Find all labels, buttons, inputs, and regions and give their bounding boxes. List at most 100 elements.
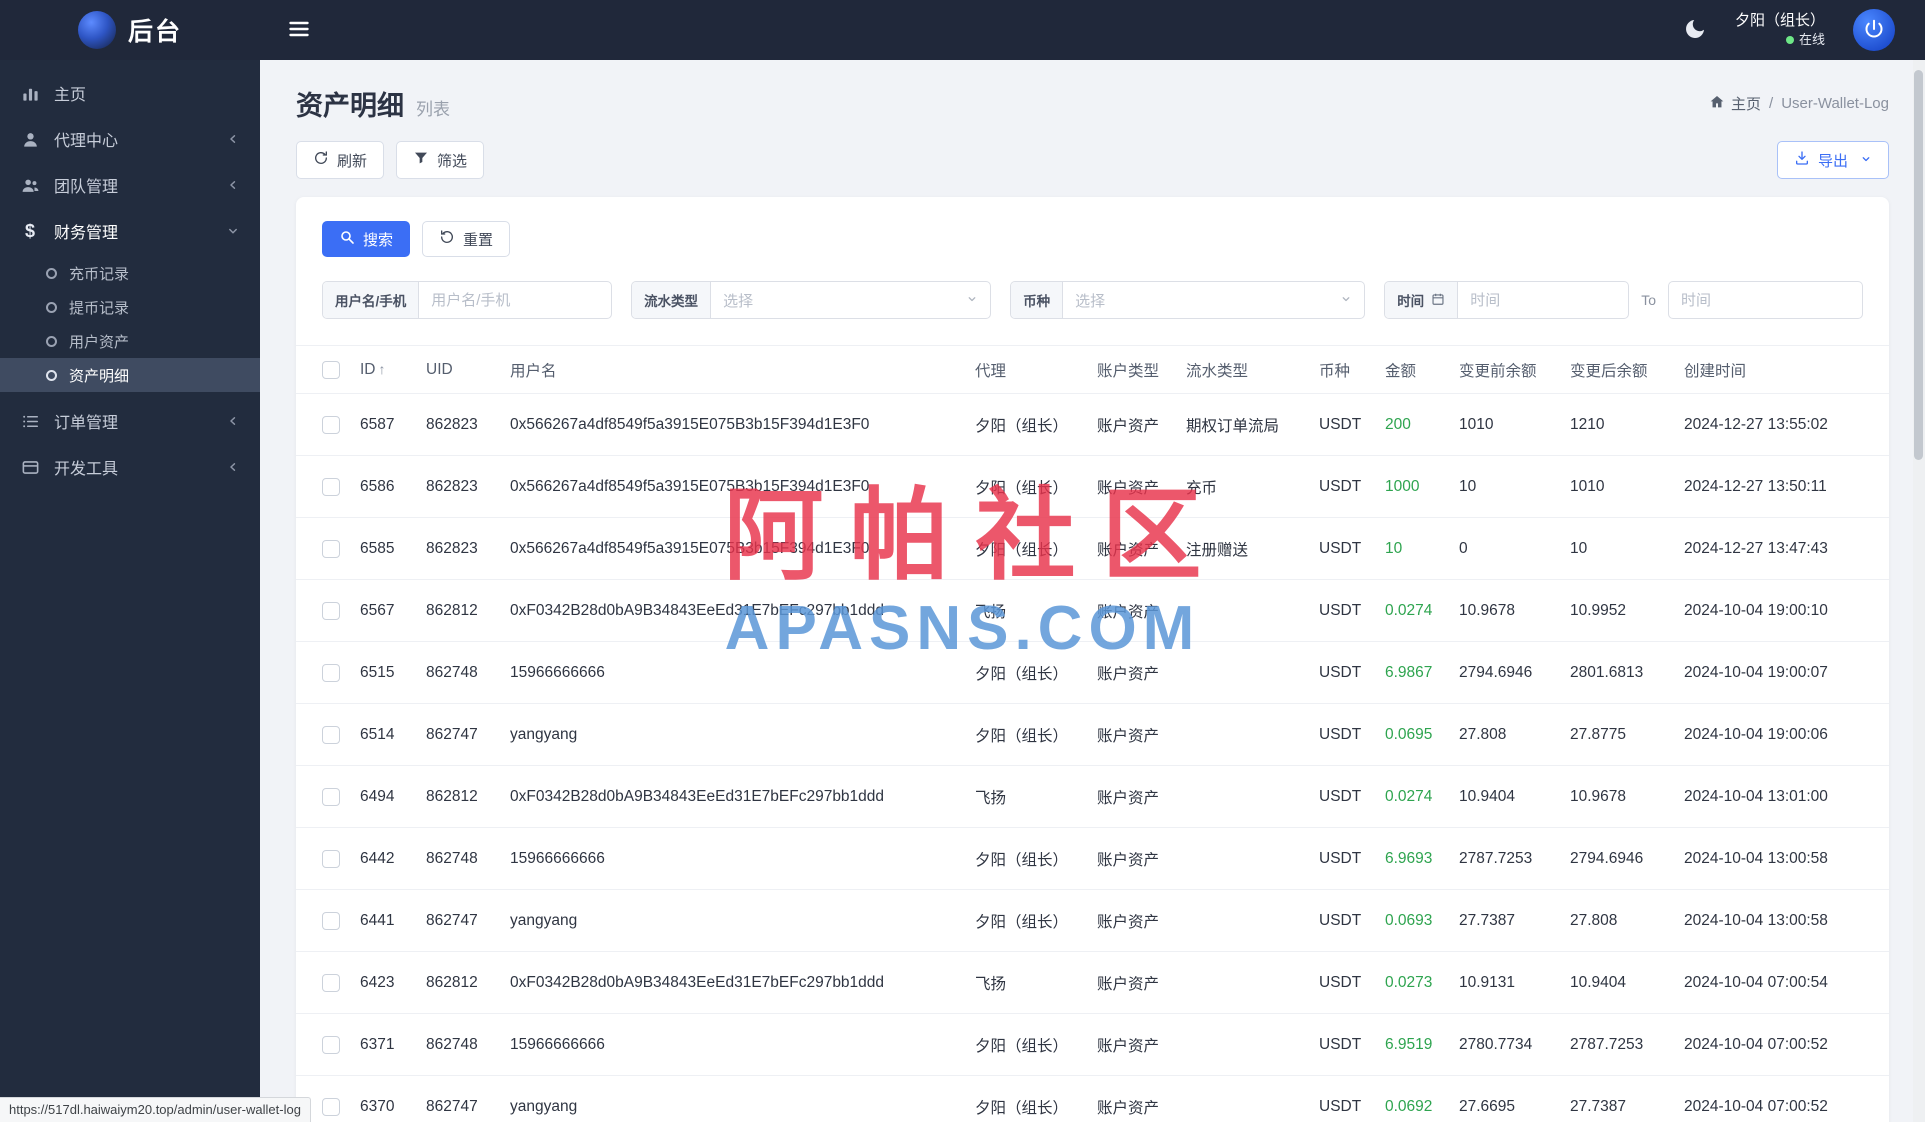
cell-after-balance: 10.9404 xyxy=(1562,951,1676,1014)
select-all-checkbox[interactable] xyxy=(322,360,340,379)
cell-amount: 0.0274 xyxy=(1377,579,1451,642)
logout-button[interactable] xyxy=(1853,9,1895,51)
row-checkbox[interactable] xyxy=(322,973,340,992)
dark-mode-toggle[interactable] xyxy=(1683,17,1707,44)
cell-created: 2024-10-04 19:00:06 xyxy=(1676,703,1889,766)
cell-account-type: 账户资产 xyxy=(1089,517,1178,580)
table-row: 6494 862812 0xF0342B28d0bA9B34843EeEd31E… xyxy=(296,765,1889,828)
cell-before-balance: 27.808 xyxy=(1451,703,1562,766)
export-button[interactable]: 导出 xyxy=(1776,141,1889,179)
cell-after-balance: 27.7387 xyxy=(1562,1075,1676,1122)
cell-id: 6370 xyxy=(352,1075,418,1122)
sidebar-subitem-label: 资产明细 xyxy=(69,367,130,385)
search-button[interactable]: 搜索 xyxy=(322,221,411,257)
cell-id: 6585 xyxy=(352,517,418,580)
scrollbar[interactable] xyxy=(1913,60,1925,1122)
chevron-left-icon xyxy=(226,178,240,192)
sidebar-item-user-assets[interactable]: 用户资产 xyxy=(0,324,260,358)
status-bar: https://517dl.haiwaiym20.top/admin/user-… xyxy=(0,1097,311,1122)
cell-currency: USDT xyxy=(1311,517,1377,580)
table-row: 6423 862812 0xF0342B28d0bA9B34843EeEd31E… xyxy=(296,951,1889,1014)
download-icon xyxy=(1794,150,1810,170)
reset-button[interactable]: 重置 xyxy=(422,221,511,257)
reset-icon xyxy=(439,229,455,249)
column-header-id[interactable]: ID ↑ xyxy=(352,345,418,394)
row-checkbox[interactable] xyxy=(322,663,340,682)
cell-uid: 862748 xyxy=(418,1013,502,1076)
cell-uid: 862747 xyxy=(418,1075,502,1122)
row-checkbox[interactable] xyxy=(322,1035,340,1054)
cell-created: 2024-12-27 13:47:43 xyxy=(1676,517,1889,580)
cell-after-balance: 2794.6946 xyxy=(1562,827,1676,890)
sidebar-item-order-management[interactable]: 订单管理 xyxy=(0,398,260,444)
cell-agent: 夕阳（组长） xyxy=(967,703,1089,766)
cell-before-balance: 27.6695 xyxy=(1451,1075,1562,1122)
time-from-input[interactable] xyxy=(1458,282,1629,318)
sidebar-item-dev-tools[interactable]: 开发工具 xyxy=(0,444,260,490)
currency-select[interactable]: 选择 xyxy=(1063,282,1364,318)
cell-amount: 0.0274 xyxy=(1377,765,1451,828)
chevron-left-icon xyxy=(226,460,240,474)
cell-username: 0xF0342B28d0bA9B34843EeEd31E7bEFc297bb1d… xyxy=(502,951,967,1014)
user-info[interactable]: 夕阳（组长） 在线 xyxy=(1735,11,1825,49)
username-input[interactable] xyxy=(419,282,611,318)
sidebar-item-home[interactable]: 主页 xyxy=(0,70,260,116)
cell-before-balance: 10.9131 xyxy=(1451,951,1562,1014)
cell-created: 2024-10-04 13:00:58 xyxy=(1676,827,1889,890)
column-header-currency: 币种 xyxy=(1311,345,1377,394)
circle-icon xyxy=(46,369,57,381)
row-checkbox[interactable] xyxy=(322,787,340,806)
cell-uid: 862812 xyxy=(418,579,502,642)
cell-before-balance: 1010 xyxy=(1451,393,1562,456)
row-checkbox[interactable] xyxy=(322,725,340,744)
cell-agent: 飞扬 xyxy=(967,579,1089,642)
cell-id: 6423 xyxy=(352,951,418,1014)
cell-amount: 0.0693 xyxy=(1377,889,1451,952)
row-checkbox[interactable] xyxy=(322,1097,340,1116)
cell-uid: 862747 xyxy=(418,703,502,766)
row-checkbox[interactable] xyxy=(322,415,340,434)
cell-after-balance: 10.9678 xyxy=(1562,765,1676,828)
user-name: 夕阳（组长） xyxy=(1734,12,1825,30)
cell-agent: 夕阳（组长） xyxy=(967,641,1089,704)
sidebar-item-team-management[interactable]: 团队管理 xyxy=(0,162,260,208)
currency-placeholder: 选择 xyxy=(1075,292,1106,310)
row-checkbox[interactable] xyxy=(322,539,340,558)
username-filter-group: 用户名/手机 xyxy=(322,281,612,319)
row-checkbox[interactable] xyxy=(322,601,340,620)
row-checkbox[interactable] xyxy=(322,911,340,930)
time-to-input[interactable] xyxy=(1667,281,1863,319)
cell-username: yangyang xyxy=(502,1075,967,1122)
row-checkbox[interactable] xyxy=(322,477,340,496)
flow-type-select[interactable]: 选择 xyxy=(711,282,990,318)
column-header-created: 创建时间 xyxy=(1676,345,1889,394)
cell-id: 6514 xyxy=(352,703,418,766)
sidebar-subitem-label: 用户资产 xyxy=(69,333,130,351)
scrollbar-thumb[interactable] xyxy=(1914,70,1923,460)
breadcrumb-home-link[interactable]: 主页 xyxy=(1709,93,1761,114)
users-icon xyxy=(20,176,40,195)
cell-before-balance: 2780.7734 xyxy=(1451,1013,1562,1076)
filter-button[interactable]: 筛选 xyxy=(396,141,485,179)
cell-created: 2024-12-27 13:55:02 xyxy=(1676,393,1889,456)
cell-id: 6515 xyxy=(352,641,418,704)
cell-after-balance: 27.808 xyxy=(1562,889,1676,952)
search-row: 搜索 重置 xyxy=(296,197,1889,257)
search-icon xyxy=(339,229,355,249)
app-title: 后台 xyxy=(127,18,182,46)
refresh-button[interactable]: 刷新 xyxy=(296,141,385,179)
sidebar-item-asset-details[interactable]: 资产明细 xyxy=(0,358,260,392)
sidebar-item-finance-management[interactable]: $ 财务管理 xyxy=(0,208,260,254)
sidebar-toggle-button[interactable] xyxy=(278,9,320,51)
cell-flow-type: 期权订单流局 xyxy=(1178,393,1311,456)
sidebar-item-withdraw-records[interactable]: 提币记录 xyxy=(0,290,260,324)
moon-icon xyxy=(1683,17,1707,44)
sidebar-item-label: 订单管理 xyxy=(54,415,119,432)
row-checkbox[interactable] xyxy=(322,849,340,868)
cell-uid: 862823 xyxy=(418,517,502,580)
cell-uid: 862823 xyxy=(418,455,502,518)
sidebar-item-deposit-records[interactable]: 充币记录 xyxy=(0,256,260,290)
cell-id: 6567 xyxy=(352,579,418,642)
cell-before-balance: 10.9404 xyxy=(1451,765,1562,828)
sidebar-item-agent-center[interactable]: 代理中心 xyxy=(0,116,260,162)
